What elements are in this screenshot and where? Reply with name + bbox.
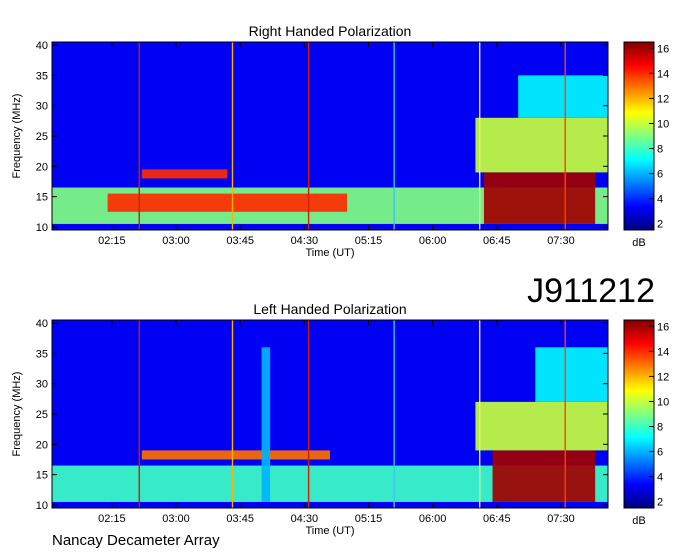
- emission-region: [492, 450, 596, 502]
- colorbar-tick-label: 12: [657, 93, 669, 105]
- y-tick-label: 35: [36, 348, 48, 360]
- x-tick-label: 06:45: [483, 235, 511, 247]
- colorbar-tick-label: 2: [657, 219, 663, 231]
- colorbar-tick-label: 10: [657, 118, 669, 130]
- colorbar-tick-label: 8: [657, 144, 663, 156]
- colorbar-tick-label: 14: [657, 346, 669, 358]
- y-axis-label: Frequency (MHz): [11, 94, 23, 179]
- y-tick-label: 15: [36, 192, 48, 204]
- emission-region: [475, 401, 608, 451]
- x-tick-label: 06:45: [483, 513, 511, 525]
- colorbar-unit-label: dB: [632, 237, 645, 249]
- y-tick-label: 35: [36, 70, 48, 82]
- emission-region: [518, 75, 608, 118]
- y-tick-label: 20: [36, 161, 48, 173]
- instrument-label: Nancay Decameter Array: [52, 532, 220, 549]
- x-axis-label: Time (UT): [305, 525, 354, 537]
- x-tick-label: 07:30: [547, 235, 575, 247]
- y-tick-label: 20: [36, 439, 48, 451]
- colorbar-tick-label: 12: [657, 371, 669, 383]
- colorbar: [623, 319, 655, 509]
- emission-region: [141, 450, 330, 460]
- x-tick-label: 03:45: [226, 235, 254, 247]
- emission-region: [261, 347, 271, 502]
- emission-region: [107, 193, 348, 212]
- x-tick-label: 04:30: [291, 513, 319, 525]
- x-tick-label: 02:15: [98, 513, 126, 525]
- x-tick-label: 07:30: [547, 513, 575, 525]
- colorbar-tick-label: 6: [657, 169, 663, 181]
- x-tick-label: 06:00: [419, 235, 447, 247]
- panel-title: Right Handed Polarization: [249, 23, 412, 39]
- x-tick-label: 06:00: [419, 513, 447, 525]
- x-tick-label: 04:30: [291, 235, 319, 247]
- colorbar-tick-label: 8: [657, 422, 663, 434]
- y-axis-label: Frequency (MHz): [11, 372, 23, 457]
- y-tick-label: 30: [36, 101, 48, 113]
- x-tick-label: 03:00: [162, 235, 190, 247]
- x-tick-label: 05:15: [355, 235, 383, 247]
- emission-region: [475, 117, 608, 173]
- colorbar-tick-label: 16: [657, 321, 669, 333]
- colorbar-tick-label: 10: [657, 396, 669, 408]
- x-tick-label: 02:15: [98, 235, 126, 247]
- colorbar: [623, 41, 655, 231]
- spectrogram-figure: J911212 Nancay Decameter Array Right Han…: [0, 0, 680, 552]
- panel-title: Left Handed Polarization: [253, 301, 406, 317]
- x-tick-label: 03:00: [162, 513, 190, 525]
- colorbar-tick-label: 14: [657, 68, 669, 80]
- x-tick-label: 05:15: [355, 513, 383, 525]
- colorbar-unit-label: dB: [632, 515, 645, 527]
- x-axis-label: Time (UT): [305, 247, 354, 259]
- y-tick-label: 40: [36, 318, 48, 330]
- x-tick-label: 03:45: [226, 513, 254, 525]
- y-tick-label: 40: [36, 40, 48, 52]
- y-tick-label: 15: [36, 470, 48, 482]
- observation-id: J911212: [527, 272, 655, 310]
- y-tick-label: 10: [36, 500, 48, 512]
- colorbar-tick-label: 16: [657, 43, 669, 55]
- y-tick-label: 10: [36, 222, 48, 234]
- emission-region: [535, 347, 608, 402]
- colorbar-tick-label: 4: [657, 194, 663, 206]
- colorbar-tick-label: 6: [657, 447, 663, 459]
- y-tick-label: 25: [36, 409, 48, 421]
- y-tick-label: 25: [36, 131, 48, 143]
- colorbar-tick-label: 4: [657, 472, 663, 484]
- figure-canvas: J911212 Nancay Decameter Array Right Han…: [11, 23, 669, 549]
- emission-region: [141, 169, 228, 179]
- emission-region: [483, 172, 596, 224]
- colorbar-tick-label: 2: [657, 497, 663, 509]
- y-tick-label: 30: [36, 379, 48, 391]
